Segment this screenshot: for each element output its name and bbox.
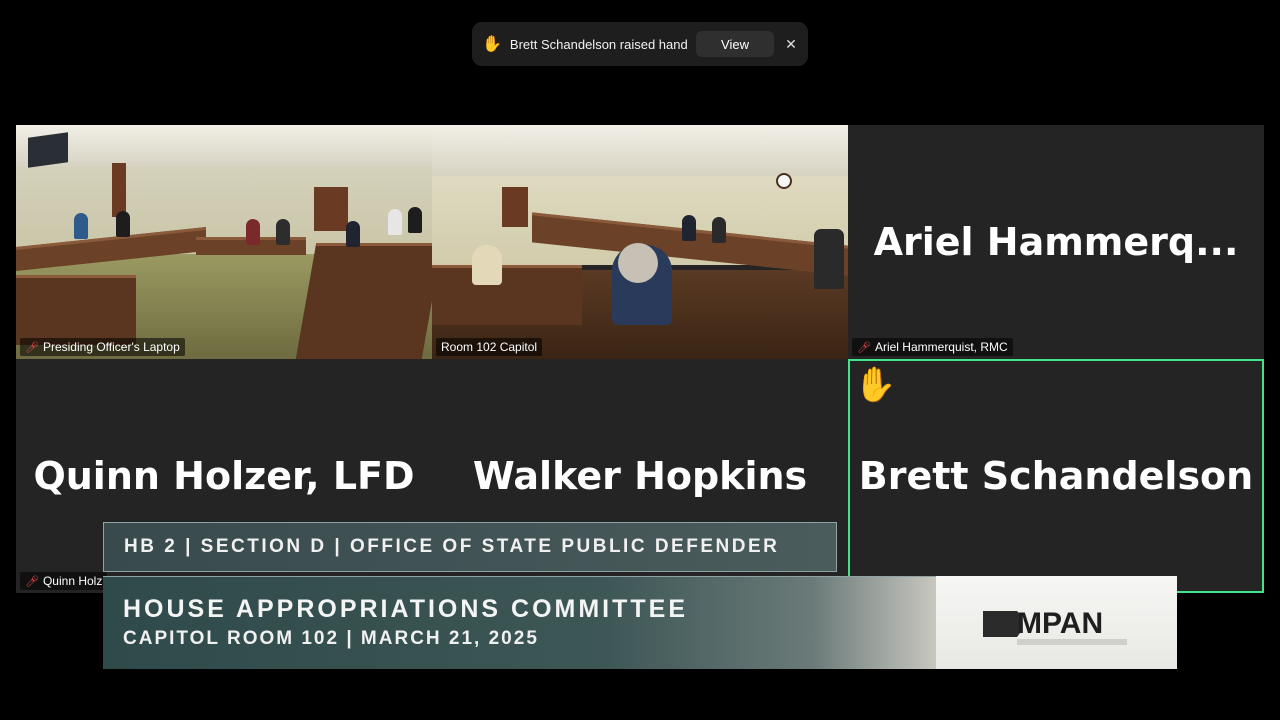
participant-display-name: Ariel Hammerq... bbox=[873, 220, 1239, 264]
svg-text:MPAN: MPAN bbox=[1017, 607, 1103, 640]
participant-name: Presiding Officer's Laptop bbox=[42, 340, 180, 354]
video-tile-ariel-hammerquist[interactable]: Ariel Hammerq... 🎤︎ Ariel Hammerquist, R… bbox=[848, 125, 1264, 359]
participant-name: Ariel Hammerquist, RMC bbox=[874, 340, 1008, 354]
close-icon[interactable]: ✕ bbox=[784, 36, 798, 53]
agenda-text: HB 2 | SECTION D | OFFICE OF STATE PUBLI… bbox=[124, 536, 780, 557]
meeting-room-video bbox=[16, 125, 432, 359]
raised-hand-notification: ✋ Brett Schandelson raised hand View ✕ bbox=[472, 22, 808, 66]
mpan-logo: MPAN bbox=[936, 576, 1177, 669]
participant-label: 🎤︎ Ariel Hammerquist, RMC bbox=[852, 338, 1013, 356]
muted-mic-icon: 🎤︎ bbox=[25, 341, 39, 354]
committee-banner: HOUSE APPROPRIATIONS COMMITTEE CAPITOL R… bbox=[103, 576, 937, 669]
participant-name: Room 102 Capitol bbox=[441, 340, 538, 354]
meeting-stage: ✋ Brett Schandelson raised hand View ✕ 🎤… bbox=[0, 0, 1280, 720]
agenda-banner: HB 2 | SECTION D | OFFICE OF STATE PUBLI… bbox=[103, 522, 837, 572]
participant-label: 🎤︎ Quinn Holz bbox=[20, 572, 108, 590]
video-tile-brett-schandelson[interactable]: ✋ Brett Schandelson bbox=[848, 359, 1264, 593]
raise-hand-icon: ✋ bbox=[854, 366, 897, 404]
participant-name: Quinn Holz bbox=[42, 574, 103, 588]
committee-subtitle: CAPITOL ROOM 102 | MARCH 21, 2025 bbox=[123, 628, 539, 649]
participant-label: 🎤︎ Presiding Officer's Laptop bbox=[20, 338, 185, 356]
participant-display-name: Brett Schandelson bbox=[858, 454, 1254, 498]
video-tile-room-102[interactable]: Room 102 Capitol bbox=[432, 125, 848, 359]
muted-mic-icon: 🎤︎ bbox=[857, 341, 871, 354]
participant-label: Room 102 Capitol bbox=[436, 338, 543, 356]
participant-display-name: Quinn Holzer, LFD bbox=[33, 454, 415, 498]
meeting-room-video bbox=[432, 125, 848, 359]
committee-title: HOUSE APPROPRIATIONS COMMITTEE bbox=[123, 595, 689, 623]
video-tile-presiding-officer[interactable]: 🎤︎ Presiding Officer's Laptop bbox=[16, 125, 432, 359]
participant-display-name: Walker Hopkins bbox=[472, 454, 808, 498]
muted-mic-icon: 🎤︎ bbox=[25, 575, 39, 588]
montana-logo-icon: MPAN bbox=[982, 607, 1127, 645]
raise-hand-icon: ✋ bbox=[482, 36, 502, 53]
view-button[interactable]: View bbox=[696, 31, 774, 57]
notification-message: Brett Schandelson raised hand bbox=[509, 36, 688, 52]
